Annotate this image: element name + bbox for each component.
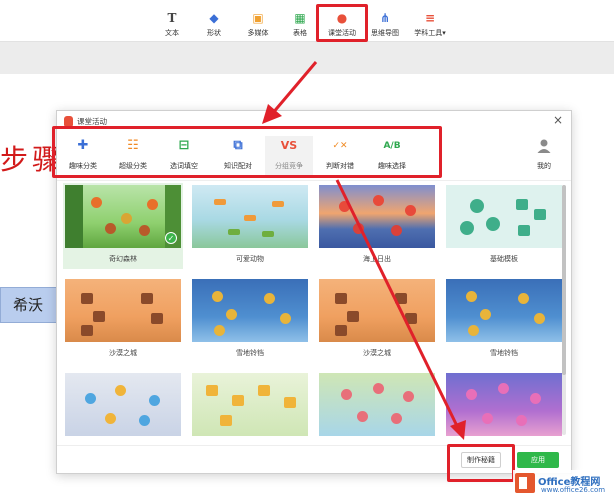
template-label: 雪地铃铛	[236, 349, 264, 357]
template-thumbnail	[192, 373, 308, 436]
office-logo-icon	[515, 473, 535, 493]
template-thumbnail	[65, 279, 181, 342]
template-thumbnail	[319, 185, 435, 248]
template-card-basic[interactable]: 基础模板	[444, 183, 563, 269]
ribbon-shapes-button[interactable]: ◆ 形状	[192, 12, 236, 40]
ribbon-label: 思维导图	[371, 29, 399, 37]
chevron-down-icon: ▾	[442, 29, 446, 37]
template-card-snow-bells[interactable]: 雪地铃铛	[190, 277, 310, 363]
template-label: 基础模板	[490, 255, 518, 263]
template-label: 海上日出	[363, 255, 391, 263]
ribbon-text-button[interactable]: T 文本	[150, 12, 194, 40]
shapes-icon: ◆	[209, 11, 219, 25]
template-card-desert-city[interactable]: 沙漠之城	[63, 277, 183, 363]
ribbon-media-button[interactable]: ▣ 多媒体	[236, 12, 280, 40]
ribbon-label: 多媒体	[247, 29, 269, 37]
toolbar-ribbon: T 文本 ◆ 形状 ▣ 多媒体 ▦ 表格 ● 课堂活动 ⋔ 思维导图 ≡ 学科工…	[0, 0, 614, 42]
template-thumbnail	[192, 279, 308, 342]
ribbon-subject-tools-label: 学科工具	[414, 29, 443, 37]
template-thumbnail	[65, 373, 181, 436]
template-label: 雪地铃铛	[490, 349, 518, 357]
class-activity-icon	[64, 116, 73, 126]
tab-mine[interactable]: 我的	[520, 136, 568, 178]
ribbon-mindmap-button[interactable]: ⋔ 思维导图	[363, 12, 407, 40]
ribbon-subject-tools-button[interactable]: ≡ 学科工具▾	[406, 12, 454, 40]
scrollbar-thumb[interactable]	[562, 185, 566, 375]
template-thumbnail	[446, 373, 562, 436]
template-card-row3-1[interactable]	[63, 371, 183, 443]
template-card-sea-sunrise[interactable]: 海上日出	[317, 183, 437, 269]
selected-check-icon: ✓	[165, 232, 177, 244]
close-icon[interactable]: ×	[553, 113, 563, 127]
template-label: 可爱动物	[236, 255, 264, 263]
template-thumbnail	[446, 279, 562, 342]
template-thumbnail	[319, 279, 435, 342]
template-label: 奇幻森林	[109, 255, 137, 263]
template-card-row3-3[interactable]	[317, 371, 437, 443]
watermark-url: www.office26.com	[541, 486, 606, 494]
template-thumbnail	[192, 185, 308, 248]
template-label: 沙漠之城	[363, 349, 391, 357]
template-thumbnail	[319, 373, 435, 436]
template-thumbnail	[446, 185, 562, 248]
template-card-cute-animals[interactable]: 可爱动物	[190, 183, 310, 269]
ribbon-label: 学科工具▾	[406, 28, 454, 38]
tab-label: 我的	[537, 162, 551, 170]
apply-button[interactable]: 应用	[517, 452, 559, 468]
highlight-class-activity	[316, 4, 368, 42]
template-thumbnail: ✓	[65, 185, 181, 248]
template-card-fantasy-forest[interactable]: ✓ 奇幻森林	[63, 183, 183, 269]
site-watermark: Office教程网 www.office26.com	[513, 470, 613, 498]
highlight-activity-tabs	[52, 126, 442, 178]
media-icon: ▣	[252, 11, 264, 25]
ribbon-subbar	[0, 42, 614, 74]
template-card-desert-city-2[interactable]: 沙漠之城	[317, 277, 437, 363]
highlight-make-tips	[447, 444, 515, 482]
template-card-row3-2[interactable]	[190, 371, 310, 443]
ribbon-label: 文本	[165, 29, 179, 37]
text-icon: T	[167, 11, 177, 25]
user-icon	[535, 138, 553, 154]
ribbon-label: 形状	[207, 29, 221, 37]
mindmap-icon: ⋔	[379, 11, 391, 25]
subject-tools-icon: ≡	[424, 11, 436, 25]
template-label: 沙漠之城	[109, 349, 137, 357]
template-card-snow-bells-2[interactable]: 雪地铃铛	[444, 277, 563, 363]
template-grid: ✓ 奇幻森林 可爱动物 海上日出 基础模板 沙漠之城 雪地铃铛 沙漠之城 雪地铃…	[63, 183, 563, 443]
slide-text-box[interactable]: 希沃	[0, 287, 60, 323]
template-card-row3-4[interactable]	[444, 371, 563, 443]
template-scrollbar[interactable]	[562, 185, 566, 435]
